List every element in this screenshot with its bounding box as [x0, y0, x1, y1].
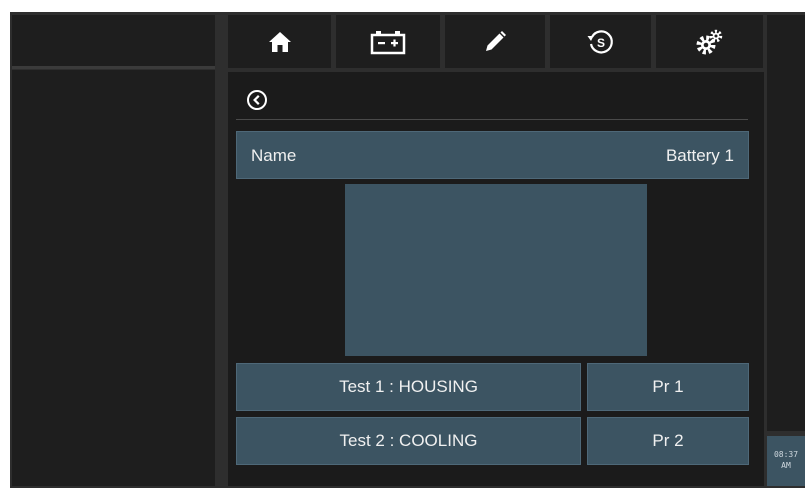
home-icon	[268, 31, 291, 52]
tab-schedule[interactable]: S	[550, 15, 651, 68]
clock-ampm: AM	[781, 461, 791, 470]
tab-settings[interactable]	[656, 15, 763, 68]
left-panel-divider	[12, 66, 215, 69]
tab-battery[interactable]	[336, 15, 440, 68]
right-side-panel	[767, 15, 805, 431]
name-label: Name	[251, 146, 297, 165]
pencil-icon	[486, 30, 506, 51]
clock: 08:37 AM	[767, 436, 805, 486]
test-1-program-button[interactable]: Pr 1	[587, 363, 749, 411]
back-circle-icon	[247, 90, 267, 110]
clock-time: 08:37	[773, 450, 799, 459]
back-button[interactable]	[246, 89, 268, 111]
svg-text:S: S	[596, 36, 604, 50]
header-divider	[236, 119, 748, 120]
test-2-program-button[interactable]: Pr 2	[587, 417, 749, 465]
tab-edit[interactable]	[445, 15, 545, 68]
test-1-button[interactable]: Test 1 : HOUSING	[236, 363, 581, 411]
test-2-button[interactable]: Test 2 : COOLING	[236, 417, 581, 465]
name-value: Battery 1	[665, 146, 734, 165]
name-field[interactable]: Name Battery 1	[236, 131, 749, 179]
battery-icon	[370, 30, 406, 54]
left-side-panel	[12, 70, 215, 486]
settings-gears-icon	[696, 29, 722, 54]
schedule-icon: S	[587, 29, 613, 53]
left-header-panel	[12, 15, 215, 67]
tab-home[interactable]	[228, 15, 331, 68]
preview-area	[345, 184, 647, 356]
